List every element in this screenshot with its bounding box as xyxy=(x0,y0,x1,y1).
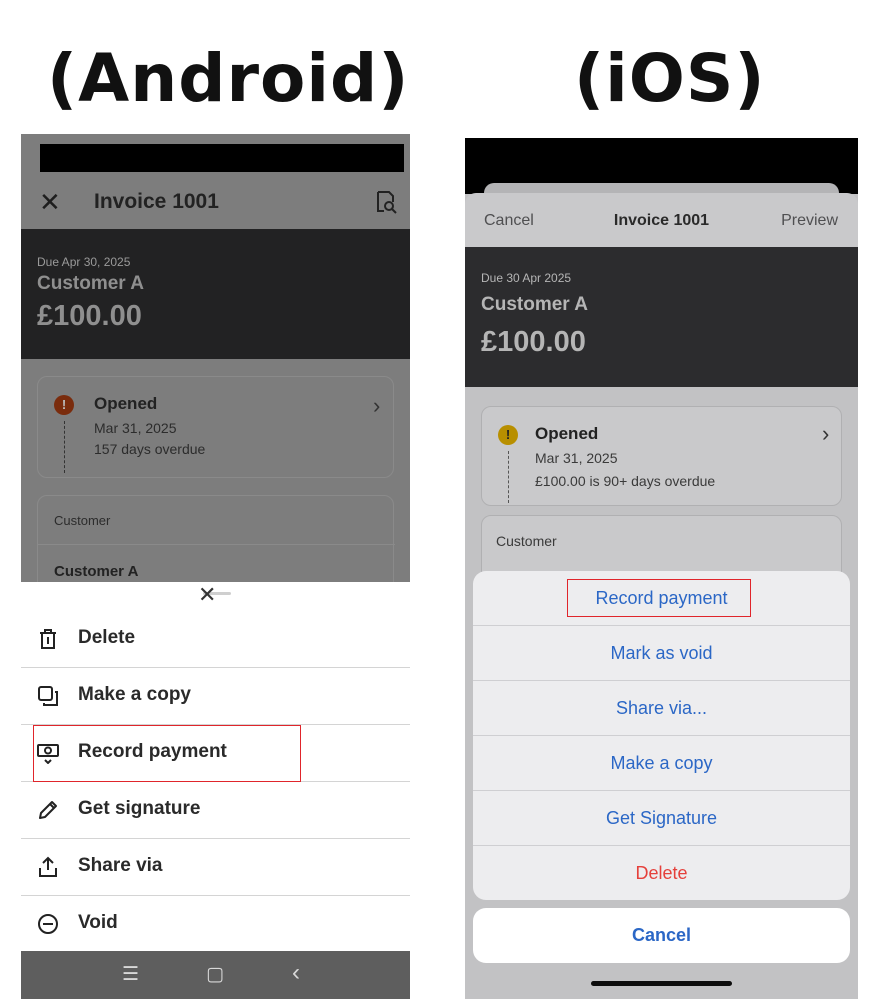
status-card[interactable]: ! Opened Mar 31, 2025 £100.00 is 90+ day… xyxy=(481,406,842,506)
action-share-via[interactable]: Share via... xyxy=(473,681,850,736)
action-make-copy[interactable]: Make a copy xyxy=(473,736,850,791)
recents-icon[interactable]: ☰ xyxy=(122,963,139,986)
alert-icon: ! xyxy=(498,425,518,445)
cancel-button[interactable]: Cancel xyxy=(473,908,850,963)
share-icon xyxy=(39,856,57,877)
status-detail: 157 days overdue xyxy=(94,441,206,457)
copy-icon xyxy=(38,686,58,706)
customer-label: Customer xyxy=(54,513,111,528)
action-get-signature[interactable]: Get Signature xyxy=(473,791,850,846)
status-detail: £100.00 is 90+ days overdue xyxy=(535,473,716,489)
customer-value: Customer A xyxy=(54,563,139,580)
close-icon[interactable]: ✕ xyxy=(39,189,61,215)
status-date: Mar 31, 2025 xyxy=(535,450,618,466)
pencil-icon xyxy=(39,801,57,819)
customer-card[interactable]: Customer Customer A xyxy=(37,495,395,582)
highlight-box xyxy=(33,725,301,782)
chevron-right-icon: › xyxy=(822,421,830,446)
invoice-amount: £100.00 xyxy=(481,326,586,358)
menu-item-delete[interactable]: Delete xyxy=(21,611,410,668)
ios-heading: (iOS) xyxy=(574,40,766,117)
action-mark-as-void[interactable]: Mark as void xyxy=(473,626,850,681)
highlight-box xyxy=(567,579,751,617)
menu-item-void[interactable]: Void xyxy=(21,896,410,953)
menu-label: Make a copy xyxy=(78,684,191,705)
menu-label: Void xyxy=(78,912,118,933)
menu-label: Get signature xyxy=(78,798,201,819)
status-title: Opened xyxy=(94,394,158,413)
page-title: Invoice 1001 xyxy=(94,190,219,213)
invoice-amount: £100.00 xyxy=(37,300,142,332)
menu-item-get-signature[interactable]: Get signature xyxy=(21,782,410,839)
menu-item-make-copy[interactable]: Make a copy xyxy=(21,668,410,725)
timeline-line xyxy=(508,451,509,503)
trash-icon xyxy=(40,629,56,649)
android-heading: (Android) xyxy=(47,40,410,117)
action-sheet: Record payment Mark as void Share via...… xyxy=(473,571,850,900)
menu-label: Share via xyxy=(78,855,163,876)
due-date: Due Apr 30, 2025 xyxy=(37,255,131,269)
home-icon[interactable]: ▢ xyxy=(206,963,224,986)
menu-label: Delete xyxy=(78,627,136,648)
customer-label: Customer xyxy=(496,533,557,549)
timeline-line xyxy=(64,421,65,473)
divider xyxy=(38,544,395,545)
customer-name: Customer A xyxy=(481,294,588,315)
android-dimmed-background: ✕ Invoice 1001 Due Apr 30, 2025 Customer… xyxy=(21,134,410,582)
action-delete[interactable]: Delete xyxy=(473,846,850,900)
customer-name: Customer A xyxy=(37,273,144,294)
ios-screen: Cancel Invoice 1001 Preview Due 30 Apr 2… xyxy=(465,138,858,999)
home-indicator xyxy=(591,981,732,986)
menu-item-share-via[interactable]: Share via xyxy=(21,839,410,896)
nav-bar: Cancel Invoice 1001 Preview xyxy=(465,193,858,248)
back-icon[interactable]: ‹ xyxy=(292,959,300,987)
status-title: Opened xyxy=(535,424,599,443)
status-date: Mar 31, 2025 xyxy=(94,420,177,436)
status-card[interactable]: ! Opened Mar 31, 2025 157 days overdue › xyxy=(37,376,394,478)
alert-icon: ! xyxy=(54,395,74,415)
void-icon xyxy=(38,914,58,934)
status-bar xyxy=(40,144,404,172)
due-date: Due 30 Apr 2025 xyxy=(481,271,572,285)
document-search-icon[interactable] xyxy=(375,190,397,214)
sheet-close-icon[interactable]: ✕ xyxy=(198,582,216,608)
chevron-right-icon: › xyxy=(373,393,381,418)
invoice-summary xyxy=(465,247,858,387)
preview-link[interactable]: Preview xyxy=(781,212,838,230)
android-screen: ✕ Invoice 1001 Due Apr 30, 2025 Customer… xyxy=(21,134,410,999)
system-nav-bar: ☰ ▢ ‹ xyxy=(21,951,410,999)
